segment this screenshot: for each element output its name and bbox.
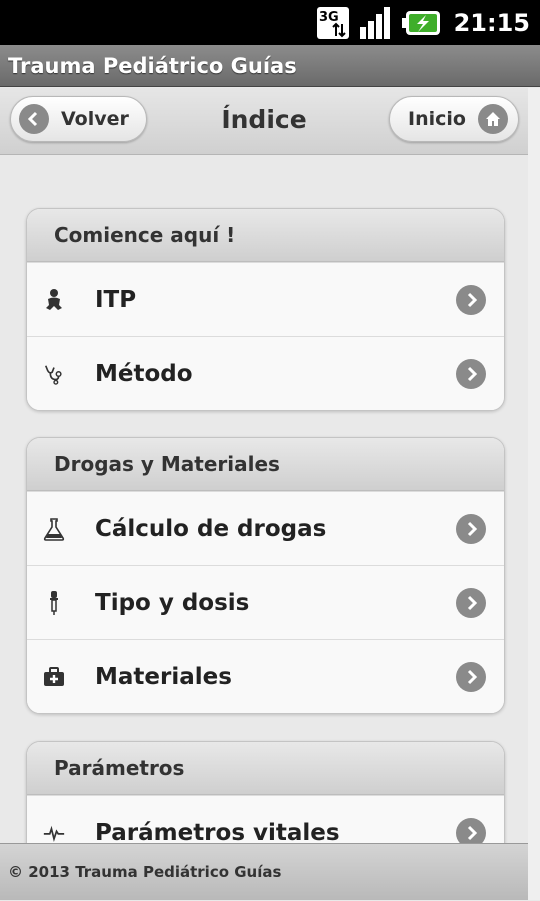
home-icon — [477, 104, 508, 134]
flask-icon — [43, 517, 65, 541]
back-button[interactable]: Volver — [10, 96, 147, 142]
chevron-left-icon — [19, 104, 49, 134]
list-item-metodo[interactable]: Método — [27, 336, 504, 410]
list-item-label: Materiales — [95, 663, 232, 690]
list-item-tipo-dosis[interactable]: Tipo y dosis — [27, 565, 504, 639]
chevron-right-icon — [456, 817, 486, 843]
header-bar: Volver Índice Inicio — [0, 88, 528, 155]
list-item-parametros-vitales[interactable]: Parámetros vitales — [27, 795, 504, 843]
chevron-right-icon — [456, 661, 486, 692]
list-item-label: Parámetros vitales — [95, 819, 340, 844]
list-item-label: Método — [95, 360, 193, 387]
group-header: Drogas y Materiales — [27, 438, 504, 491]
clock: 21:15 — [453, 8, 530, 37]
chevron-right-icon — [456, 284, 486, 315]
list-item-materiales[interactable]: Materiales — [27, 639, 504, 713]
baby-icon — [43, 288, 65, 312]
home-button-label: Inicio — [408, 108, 466, 130]
group-header: Parámetros — [27, 742, 504, 795]
stethoscope-icon — [43, 362, 65, 386]
group-comience: Comience aquí ! ITP Método — [26, 208, 505, 411]
list-item-label: Tipo y dosis — [95, 589, 250, 616]
chevron-right-icon — [456, 358, 486, 389]
heartbeat-icon — [43, 821, 65, 844]
dropper-icon — [43, 590, 65, 615]
group-parametros: Parámetros Parámetros vitales — [26, 741, 505, 843]
chevron-right-icon — [456, 587, 486, 618]
app-title-bar: Trauma Pediátrico Guías — [0, 45, 540, 87]
list-item-calculo-drogas[interactable]: Cálculo de drogas — [27, 491, 504, 565]
index-content[interactable]: Comience aquí ! ITP Método Drogas y Mate… — [0, 155, 528, 843]
footer-edge — [528, 843, 540, 900]
chevron-right-icon — [456, 513, 486, 544]
battery-charging-icon — [401, 8, 442, 38]
list-item-label: ITP — [95, 286, 137, 313]
network-type-label: 3G — [319, 10, 339, 25]
group-drogas-materiales: Drogas y Materiales Cálculo de drogas Ti… — [26, 437, 505, 714]
footer-copyright: © 2013 Trauma Pediátrico Guías — [8, 863, 282, 881]
network-3g-icon: 3G — [316, 6, 350, 40]
list-item-label: Cálculo de drogas — [95, 515, 327, 542]
medical-kit-icon — [43, 665, 65, 689]
group-header: Comience aquí ! — [27, 209, 504, 262]
footer: © 2013 Trauma Pediátrico Guías — [0, 843, 528, 900]
list-item-itp[interactable]: ITP — [27, 262, 504, 336]
home-button[interactable]: Inicio — [389, 96, 519, 142]
status-bar: 3G 21:15 — [0, 0, 540, 45]
app-title: Trauma Pediátrico Guías — [8, 54, 297, 78]
back-button-label: Volver — [61, 108, 129, 130]
scrollbar-track — [528, 88, 540, 843]
signal-strength-icon — [358, 5, 394, 41]
